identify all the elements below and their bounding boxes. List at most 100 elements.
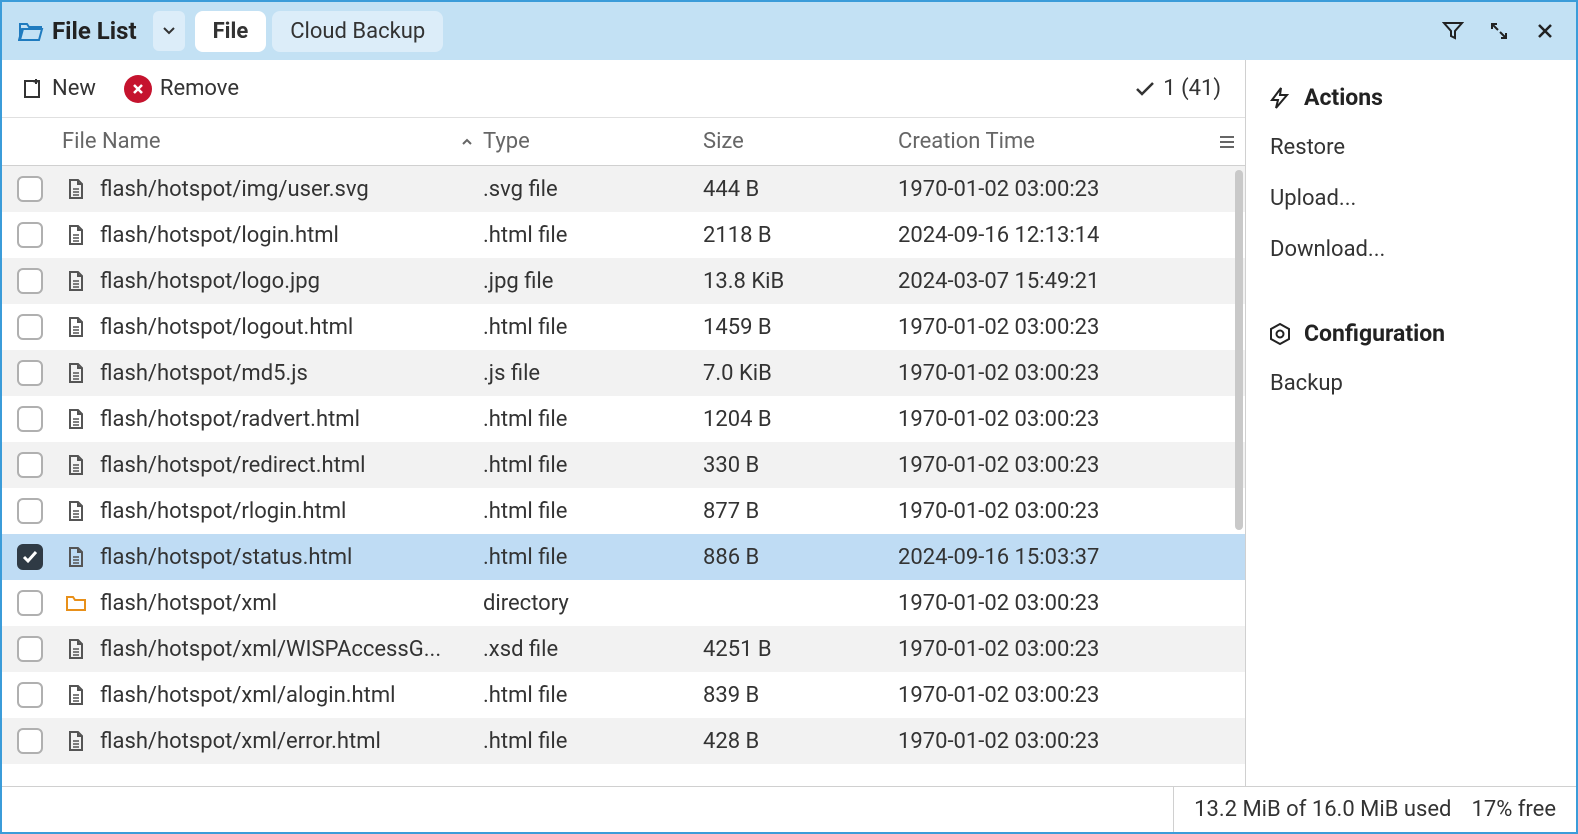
table-row[interactable]: flash/hotspot/logo.jpg.jpg file13.8 KiB2…: [2, 258, 1245, 304]
config-backup[interactable]: Backup: [1268, 363, 1554, 404]
table-header: File Name Type Size Creation Time: [2, 118, 1245, 166]
file-name: flash/hotspot/radvert.html: [100, 407, 360, 432]
file-name: flash/hotspot/login.html: [100, 223, 339, 248]
file-name: flash/hotspot/img/user.svg: [100, 177, 369, 202]
file-icon: [62, 638, 90, 660]
row-checkbox[interactable]: [17, 222, 43, 248]
file-size: 428 B: [703, 729, 898, 754]
sidebar: Actions Restore Upload... Download... Co…: [1246, 60, 1576, 786]
action-restore[interactable]: Restore: [1268, 127, 1554, 168]
selection-count: 1 (41): [1163, 76, 1221, 101]
chevron-down-icon: [162, 26, 176, 36]
row-checkbox[interactable]: [17, 406, 43, 432]
file-size: 330 B: [703, 453, 898, 478]
tabs: File Cloud Backup: [195, 11, 444, 52]
row-checkbox[interactable]: [17, 452, 43, 478]
table-row[interactable]: flash/hotspot/redirect.html.html file330…: [2, 442, 1245, 488]
remove-label: Remove: [160, 76, 239, 101]
header-type[interactable]: Type: [483, 129, 703, 154]
statusbar: 13.2 MiB of 16.0 MiB used 17% free: [2, 786, 1576, 832]
file-size: 886 B: [703, 545, 898, 570]
file-type: .html file: [483, 407, 703, 432]
file-type: .jpg file: [483, 269, 703, 294]
table-row[interactable]: flash/hotspot/xmldirectory1970-01-02 03:…: [2, 580, 1245, 626]
row-checkbox[interactable]: [17, 176, 43, 202]
file-icon: [62, 178, 90, 200]
new-button[interactable]: New: [16, 72, 102, 105]
configuration-header: Configuration: [1268, 320, 1554, 347]
row-checkbox[interactable]: [17, 360, 43, 386]
status-divider: [1173, 787, 1174, 832]
remove-button[interactable]: Remove: [118, 71, 245, 107]
tab-file[interactable]: File: [195, 11, 267, 52]
file-time: 1970-01-02 03:00:23: [898, 361, 1245, 386]
table-row[interactable]: flash/hotspot/login.html.html file2118 B…: [2, 212, 1245, 258]
action-upload[interactable]: Upload...: [1268, 178, 1554, 219]
columns-menu-icon: [1219, 135, 1235, 149]
file-icon: [62, 362, 90, 384]
file-type: .svg file: [483, 177, 703, 202]
file-name: flash/hotspot/logout.html: [100, 315, 353, 340]
table-row[interactable]: flash/hotspot/md5.js.js file7.0 KiB1970-…: [2, 350, 1245, 396]
window-title-group: File List: [12, 17, 143, 45]
file-icon: [62, 270, 90, 292]
row-checkbox[interactable]: [17, 682, 43, 708]
table-row[interactable]: flash/hotspot/status.html.html file886 B…: [2, 534, 1245, 580]
file-type: .html file: [483, 729, 703, 754]
header-name[interactable]: File Name: [58, 129, 483, 154]
row-checkbox[interactable]: [17, 544, 43, 570]
tab-cloud-backup[interactable]: Cloud Backup: [272, 11, 443, 52]
row-checkbox[interactable]: [17, 268, 43, 294]
filter-button[interactable]: [1432, 10, 1474, 52]
file-icon: [62, 500, 90, 522]
table-row[interactable]: flash/hotspot/img/user.svg.svg file444 B…: [2, 166, 1245, 212]
table-row[interactable]: flash/hotspot/xml/alogin.html.html file8…: [2, 672, 1245, 718]
scrollbar-thumb[interactable]: [1235, 170, 1243, 530]
table-row[interactable]: flash/hotspot/logout.html.html file1459 …: [2, 304, 1245, 350]
file-type: .html file: [483, 453, 703, 478]
table-row[interactable]: flash/hotspot/radvert.html .html file1204…: [2, 396, 1245, 442]
window-title: File List: [52, 17, 137, 45]
filter-icon: [1442, 20, 1464, 42]
file-size: 1204 B: [703, 407, 898, 432]
close-icon: [1536, 22, 1554, 40]
row-checkbox[interactable]: [17, 636, 43, 662]
table-body[interactable]: flash/hotspot/img/user.svg.svg file444 B…: [2, 166, 1245, 786]
file-icon: [62, 454, 90, 476]
row-checkbox[interactable]: [17, 498, 43, 524]
close-button[interactable]: [1524, 10, 1566, 52]
table-row[interactable]: flash/hotspot/xml/error.html .html file42…: [2, 718, 1245, 764]
title-dropdown-button[interactable]: [153, 11, 185, 51]
file-time: 1970-01-02 03:00:23: [898, 683, 1245, 708]
row-checkbox[interactable]: [17, 728, 43, 754]
file-type: .js file: [483, 361, 703, 386]
file-icon: [62, 546, 90, 568]
columns-menu-button[interactable]: [1209, 135, 1245, 149]
folder-open-icon: [18, 20, 44, 42]
file-time: 2024-09-16 12:13:14: [898, 223, 1245, 248]
action-download[interactable]: Download...: [1268, 229, 1554, 270]
file-icon: [62, 730, 90, 752]
file-type: .html file: [483, 683, 703, 708]
expand-button[interactable]: [1478, 10, 1520, 52]
table-row[interactable]: flash/hotspot/rlogin.html.html file877 B…: [2, 488, 1245, 534]
file-time: 1970-01-02 03:00:23: [898, 315, 1245, 340]
file-size: 13.8 KiB: [703, 269, 898, 294]
table-row[interactable]: flash/hotspot/xml/WISPAccessG....xsd fil…: [2, 626, 1245, 672]
row-checkbox[interactable]: [17, 314, 43, 340]
header-time[interactable]: Creation Time: [898, 129, 1209, 154]
row-checkbox[interactable]: [17, 590, 43, 616]
file-name: flash/hotspot/xml: [100, 591, 277, 616]
file-size: 2118 B: [703, 223, 898, 248]
folder-icon: [62, 593, 90, 613]
file-name: flash/hotspot/xml/error.html: [100, 729, 381, 754]
header-size[interactable]: Size: [703, 129, 898, 154]
file-type: directory: [483, 591, 703, 616]
lightning-icon: [1268, 86, 1292, 110]
file-time: 1970-01-02 03:00:23: [898, 453, 1245, 478]
main: New Remove 1 (41) File Name: [2, 60, 1576, 786]
new-label: New: [52, 76, 96, 101]
new-file-icon: [22, 78, 44, 100]
file-name: flash/hotspot/logo.jpg: [100, 269, 320, 294]
file-icon: [62, 316, 90, 338]
